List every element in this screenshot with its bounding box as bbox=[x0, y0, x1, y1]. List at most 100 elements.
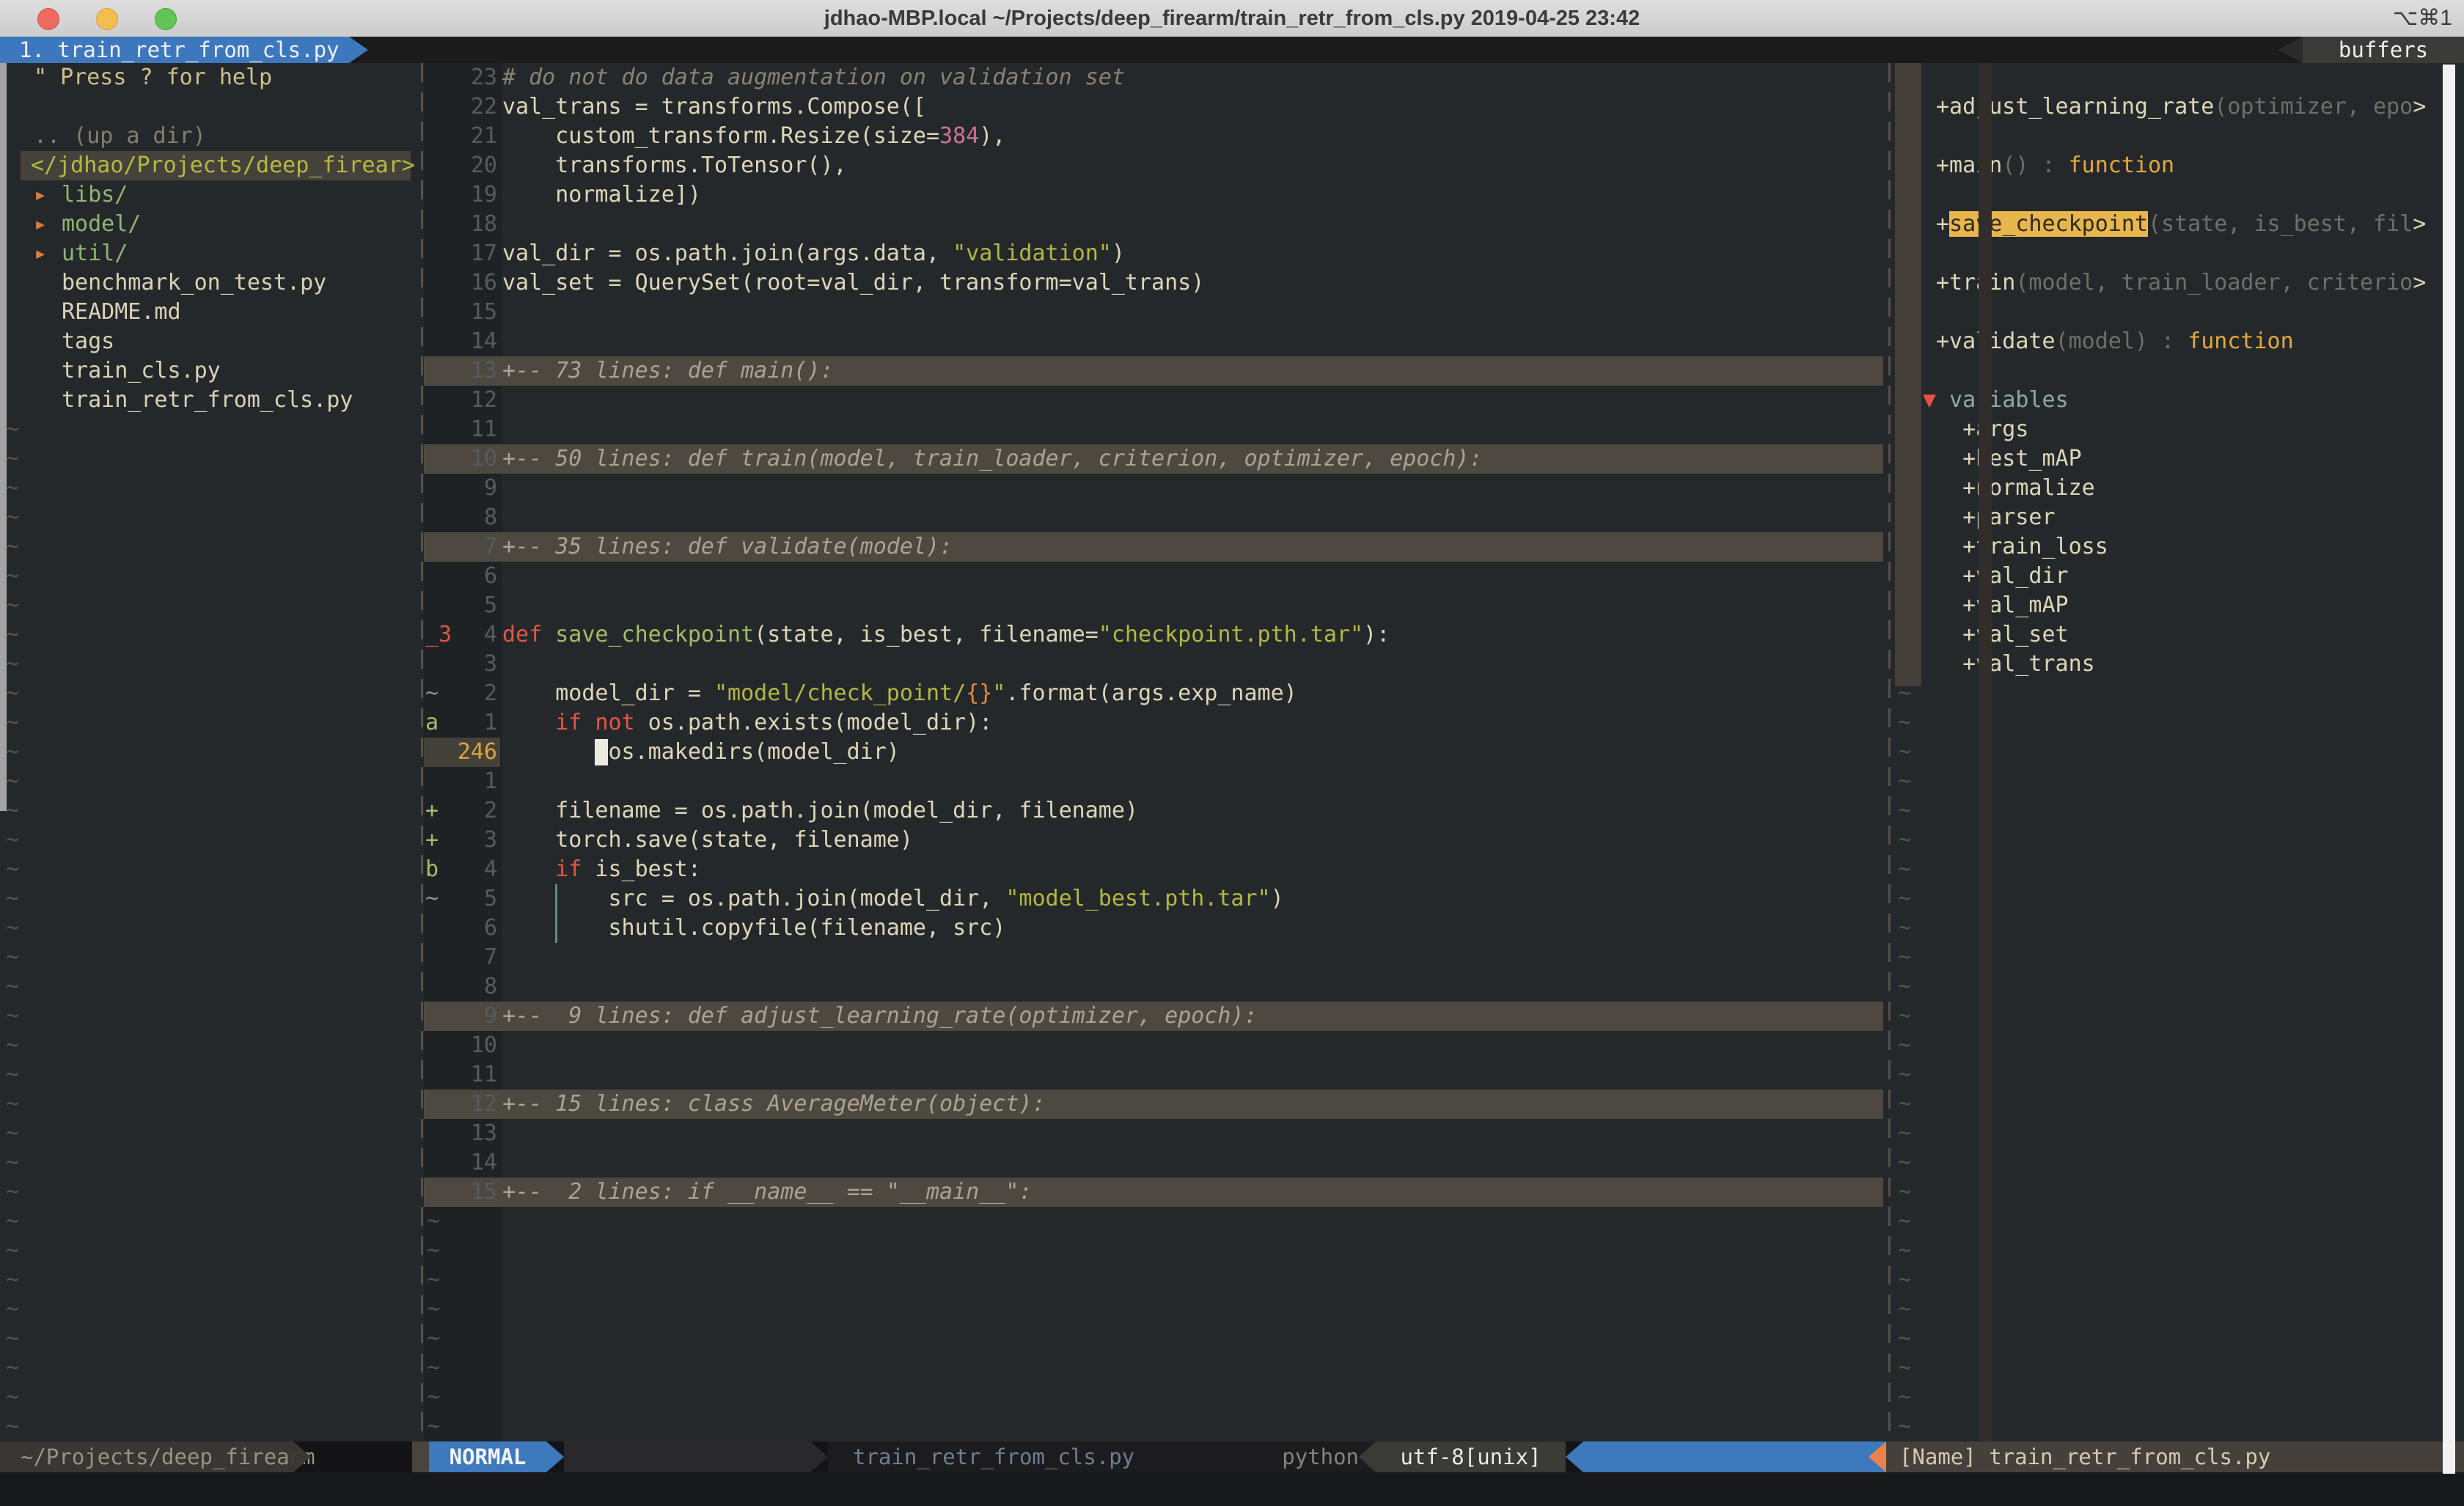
code-line[interactable]: 11 bbox=[424, 1060, 1889, 1090]
window-title: jdhao-MBP.local ~/Projects/deep_firearm/… bbox=[0, 0, 2464, 37]
code-line[interactable]: 18 bbox=[424, 210, 1889, 239]
code-line[interactable]: 246 os.makedirs(model_dir) bbox=[424, 738, 1889, 767]
tree-item[interactable]: ▸libs/ bbox=[0, 180, 422, 210]
empty-line-tilde: ~ bbox=[6, 1295, 19, 1324]
code-line[interactable]: ~5 src = os.path.join(model_dir, "model_… bbox=[424, 884, 1889, 914]
folded-code-line[interactable]: 15+-- 2 lines: if __name__ == "__main__"… bbox=[424, 1178, 1889, 1207]
code-line[interactable]: 3 bbox=[424, 650, 1889, 679]
line-number: 12 bbox=[449, 386, 497, 415]
folded-code-line[interactable]: 9+-- 9 lines: def adjust_learning_rate(o… bbox=[424, 1002, 1889, 1031]
code-line[interactable]: a1 if not os.path.exists(model_dir): bbox=[424, 708, 1889, 738]
code-line[interactable]: 7 bbox=[424, 943, 1889, 972]
empty-line-tilde: ~ bbox=[6, 444, 19, 474]
tree-item[interactable]: train_retr_from_cls.py bbox=[0, 386, 422, 415]
code-line[interactable]: 8 bbox=[424, 972, 1889, 1002]
collapsed-dir-arrow-icon[interactable]: ▸ bbox=[34, 239, 47, 268]
code-line[interactable]: 20 transforms.ToTensor(), bbox=[424, 151, 1889, 180]
tree-item[interactable]: tags bbox=[0, 327, 422, 356]
code-line[interactable]: 11 bbox=[424, 415, 1889, 444]
empty-line-tilde: ~ bbox=[1898, 1236, 1911, 1266]
code-line[interactable]: b4 if is_best: bbox=[424, 855, 1889, 884]
empty-line-tilde: ~ bbox=[1898, 826, 1911, 855]
empty-line-tilde: ~ bbox=[6, 1324, 19, 1353]
empty-line-tilde: ~ bbox=[1898, 1383, 1911, 1412]
statusline-git-segment: +8 ~3 -3 master bbox=[564, 1441, 810, 1472]
collapsed-dir-arrow-icon[interactable]: ▸ bbox=[34, 210, 47, 239]
tree-item[interactable]: ▸model/ bbox=[0, 210, 422, 239]
folded-code-line[interactable]: 10+-- 50 lines: def train(model, train_l… bbox=[424, 444, 1889, 474]
code-line[interactable]: _34def save_checkpoint(state, is_best, f… bbox=[424, 620, 1889, 650]
tab-active-buffer[interactable]: 1. train_retr_from_cls.py bbox=[0, 37, 368, 63]
code-text: custom_transform.Resize(size=384), bbox=[502, 122, 1005, 151]
code-line[interactable]: 19 normalize]) bbox=[424, 180, 1889, 210]
code-line[interactable]: 6 shutil.copyfile(filename, src) bbox=[424, 914, 1889, 943]
code-window: 23 # do not do data augmentation on valid… bbox=[424, 63, 1889, 1441]
code-line[interactable]: 17val_dir = os.path.join(args.data, "val… bbox=[424, 239, 1889, 268]
empty-line-tilde: ~ bbox=[6, 972, 19, 1002]
line-number: 1 bbox=[449, 708, 497, 738]
tag-text: +train(model, train_loader, criterio> bbox=[1936, 268, 2426, 298]
code-line[interactable]: +2 filename = os.path.join(model_dir, fi… bbox=[424, 796, 1889, 826]
code-line[interactable]: 22val_trans = transforms.Compose([ bbox=[424, 92, 1889, 122]
code-line[interactable]: 14 bbox=[424, 327, 1889, 356]
code-line[interactable]: +3 torch.save(state, filename) bbox=[424, 826, 1889, 855]
line-number: 11 bbox=[449, 1060, 497, 1090]
empty-line-tilde: ~ bbox=[6, 943, 19, 972]
empty-line-tilde: ~ bbox=[6, 1031, 19, 1060]
folded-code-line[interactable]: 7+-- 35 lines: def validate(model): bbox=[424, 532, 1889, 562]
code-line[interactable]: 9 bbox=[424, 474, 1889, 503]
code-line[interactable]: 10 bbox=[424, 1031, 1889, 1060]
airline-statusline: ~/Projects/deep_firearm NORMAL +8 ~3 -3 … bbox=[0, 1441, 2464, 1472]
code-text: torch.save(state, filename) bbox=[502, 826, 913, 855]
empty-line-tilde: ~ bbox=[6, 650, 19, 679]
code-line[interactable]: 12 bbox=[424, 386, 1889, 415]
code-line[interactable]: 6 bbox=[424, 562, 1889, 591]
line-number: 4 bbox=[449, 855, 497, 884]
code-line[interactable]: 5 bbox=[424, 591, 1889, 620]
code-line[interactable]: 21 custom_transform.Resize(size=384), bbox=[424, 122, 1889, 151]
empty-line-tilde: ~ bbox=[6, 532, 19, 562]
tree-item[interactable]: " Press ? for help bbox=[0, 63, 422, 92]
empty-line-tilde: ~ bbox=[6, 796, 19, 826]
window-separator[interactable] bbox=[1888, 63, 1891, 1441]
empty-line-tilde: ~ bbox=[6, 708, 19, 738]
code-line[interactable]: 1 bbox=[424, 767, 1889, 796]
empty-line-tilde: ~ bbox=[1898, 708, 1911, 738]
tree-item[interactable]: .. (up a dir) bbox=[0, 122, 422, 151]
empty-line-tilde: ~ bbox=[427, 1353, 440, 1383]
editor-area: " Press ? for help .. (up a dir)</jdhao/P… bbox=[0, 63, 2464, 1441]
window-separator[interactable] bbox=[421, 63, 423, 1441]
empty-line-tilde: ~ bbox=[1898, 914, 1911, 943]
tree-item[interactable]: ▸util/ bbox=[0, 239, 422, 268]
line-number: 2 bbox=[449, 679, 497, 708]
code-line[interactable]: 16val_set = QuerySet(root=val_dir, trans… bbox=[424, 268, 1889, 298]
empty-line-tilde: ~ bbox=[1898, 1295, 1911, 1324]
empty-line-tilde: ~ bbox=[1898, 767, 1911, 796]
code-line[interactable]: 14 bbox=[424, 1148, 1889, 1178]
code-line[interactable]: ~2 model_dir = "model/check_point/{}".fo… bbox=[424, 679, 1889, 708]
code-text: +-- 35 lines: def validate(model): bbox=[502, 532, 953, 562]
code-text: # do not do data augmentation on validat… bbox=[502, 63, 1125, 92]
git-sign: ~ bbox=[425, 679, 452, 708]
tree-item[interactable]: train_cls.py bbox=[0, 356, 422, 386]
tree-item[interactable] bbox=[0, 92, 422, 122]
tabline-buffers-label[interactable]: buffers bbox=[2303, 37, 2464, 63]
line-number: 7 bbox=[449, 943, 497, 972]
code-line[interactable]: 23# do not do data augmentation on valid… bbox=[424, 63, 1889, 92]
folded-code-line[interactable]: 13+-- 73 lines: def main(): bbox=[424, 356, 1889, 386]
statusline-encoding: utf-8[unix] bbox=[1376, 1441, 1566, 1472]
tree-item[interactable]: </jdhao/Projects/deep_firear> bbox=[0, 151, 422, 180]
tree-item[interactable]: README.md bbox=[0, 298, 422, 327]
tree-item[interactable]: benchmark_on_test.py bbox=[0, 268, 422, 298]
code-text: os.makedirs(model_dir) bbox=[502, 738, 900, 767]
folded-code-line[interactable]: 12+-- 15 lines: class AverageMeter(objec… bbox=[424, 1090, 1889, 1119]
code-line[interactable]: 15 bbox=[424, 298, 1889, 327]
vim-command-line[interactable] bbox=[0, 1472, 2464, 1506]
code-text: normalize]) bbox=[502, 180, 701, 210]
code-line[interactable]: 13 bbox=[424, 1119, 1889, 1148]
git-sign: a bbox=[425, 708, 452, 738]
right-scrollbar[interactable] bbox=[2443, 65, 2455, 1474]
collapsed-dir-arrow-icon[interactable]: ▸ bbox=[34, 180, 47, 210]
code-line[interactable]: 8 bbox=[424, 503, 1889, 532]
empty-line-tilde: ~ bbox=[6, 1090, 19, 1119]
